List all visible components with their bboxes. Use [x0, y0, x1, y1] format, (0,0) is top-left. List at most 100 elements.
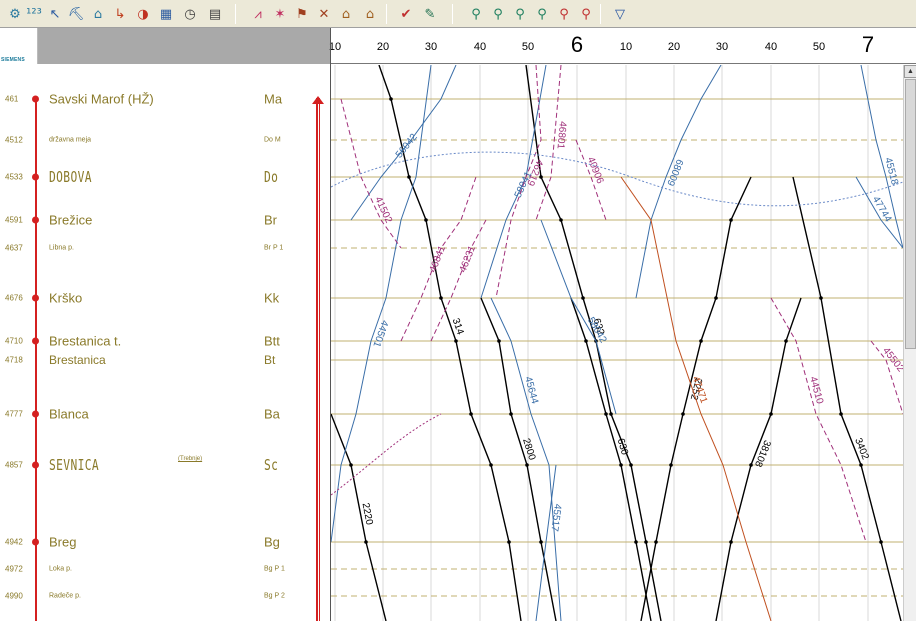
stop-dot	[619, 463, 623, 467]
stop-dot	[489, 463, 493, 467]
train-number-label: 46801	[555, 121, 568, 150]
toolbar-separator	[386, 4, 387, 24]
tool-5-icon[interactable]: ⌂	[88, 4, 108, 24]
station-name[interactable]: DOBOVA	[49, 168, 92, 186]
minute-tick-label: 40	[473, 41, 487, 53]
station-km: 4591	[5, 215, 23, 225]
toolbar-separator	[235, 4, 236, 24]
minute-tick-label: 30	[424, 41, 438, 53]
tool-3-icon[interactable]: ↖	[45, 4, 65, 24]
stop-dot	[859, 463, 863, 467]
station-name[interactable]: Krško	[49, 291, 82, 306]
time-axis-header: 10 20 30 40 50 6 10 20 30 40 50 7	[329, 28, 916, 64]
station-name[interactable]: Breg	[49, 535, 76, 550]
tool-13-icon[interactable]: ⚑	[292, 4, 312, 24]
route-line	[35, 96, 37, 621]
stop-dot	[634, 540, 638, 544]
station-abbreviation: Sc	[264, 456, 279, 474]
station-km: 4857	[5, 460, 23, 470]
station-name[interactable]: Brestanica	[49, 353, 106, 367]
station-abbreviation: Btt	[264, 333, 280, 349]
train-number-label: 46231	[458, 244, 479, 274]
stop-dot	[749, 463, 753, 467]
tool-4-icon[interactable]: ⛏	[66, 4, 86, 24]
station-name[interactable]: Radeče p.	[49, 593, 81, 600]
station-km: 4512	[5, 135, 23, 145]
station-name[interactable]: Brestanica t.	[49, 334, 121, 349]
tool-21-icon[interactable]: ⚲	[510, 4, 530, 24]
toolbar: ⚙ ¹²³ ↖ ⛏ ⌂ ↳ ◑ ▦ ◷ ▤ ⩘ ✶ ⚑ ✕ ⌂ ⌂ ✔ ✎ ⚲ ⚲ ⚲ ⚲ ⚲ ⚲ ▽	[0, 0, 916, 28]
train-path-41502	[340, 98, 402, 249]
train-path-3402	[792, 176, 902, 621]
time-range-marker[interactable]	[316, 98, 320, 621]
station-name[interactable]: Brežice	[49, 213, 92, 228]
tool-25-icon[interactable]: ▽	[610, 4, 630, 24]
tool-19-icon[interactable]: ⚲	[466, 4, 486, 24]
tool-18-icon[interactable]: ✎	[420, 4, 440, 24]
tool-2-icon[interactable]: ¹²³	[24, 4, 44, 24]
station-name[interactable]: Blanca	[49, 407, 89, 422]
tool-9-icon[interactable]: ◷	[180, 4, 200, 24]
minute-tick-label: 30	[715, 41, 729, 53]
train-path-2220	[331, 413, 387, 621]
stop-dot	[839, 412, 843, 416]
station-km: 461	[5, 94, 19, 104]
tool-11-icon[interactable]: ⩘	[248, 4, 268, 24]
tool-1-icon[interactable]: ⚙	[5, 4, 25, 24]
stop-dot	[454, 339, 458, 343]
tool-12-icon[interactable]: ✶	[270, 4, 290, 24]
stop-dot	[559, 218, 563, 222]
stop-dot	[469, 412, 473, 416]
stop-dot	[769, 412, 773, 416]
hour-label: 7	[861, 32, 875, 57]
stop-dot	[509, 412, 513, 416]
tool-10-icon[interactable]: ▤	[205, 4, 225, 24]
timetable-diagram[interactable]: 3142800632630225238108 340222204450156042…	[331, 65, 903, 621]
tool-23-icon[interactable]: ⚲	[554, 4, 574, 24]
minute-tick-label: 20	[667, 41, 681, 53]
stop-dot	[439, 296, 443, 300]
stop-dot	[407, 175, 411, 179]
stop-dot	[389, 97, 393, 101]
stop-dot	[729, 540, 733, 544]
stop-dot	[714, 296, 718, 300]
tool-6-icon[interactable]: ↳	[110, 4, 130, 24]
tool-14-icon[interactable]: ✕	[314, 4, 334, 24]
train-path-2800	[480, 297, 557, 621]
station-abbreviation: Bg P 1	[264, 565, 285, 573]
station-km: 4637	[5, 243, 23, 253]
station-name[interactable]: Libna p.	[49, 245, 74, 252]
station-abbreviation: Ba	[264, 406, 280, 422]
tool-22-icon[interactable]: ⚲	[532, 4, 552, 24]
train-number-label: 41502	[372, 195, 394, 225]
vertical-scrollbar[interactable]: ▲	[903, 65, 916, 621]
stop-dot	[819, 296, 823, 300]
tool-7-icon[interactable]: ◑	[133, 4, 153, 24]
tool-8-icon[interactable]: ▦	[156, 4, 176, 24]
station-abbreviation: Ma	[264, 91, 283, 107]
logo-area: SIEMENS	[0, 28, 38, 64]
scroll-up-arrow-icon[interactable]: ▲	[904, 65, 916, 78]
station-km: 4710	[5, 336, 23, 346]
station-name[interactable]: Loka p.	[49, 566, 72, 573]
tool-24-icon[interactable]: ⚲	[576, 4, 596, 24]
tool-16-icon[interactable]: ⌂	[360, 4, 380, 24]
train-path-47471	[620, 176, 772, 621]
minute-tick-label: 10	[619, 41, 633, 53]
train-number-label: 630	[615, 437, 630, 457]
tool-20-icon[interactable]: ⚲	[488, 4, 508, 24]
stop-dot	[654, 540, 658, 544]
tool-17-icon[interactable]: ✔	[396, 4, 416, 24]
minute-tick-label: 50	[812, 41, 826, 53]
station-name[interactable]: Savski Marof (HŽ)	[49, 92, 154, 107]
station-name[interactable]: SEVNICA	[49, 456, 99, 474]
station-name[interactable]: državna meja	[49, 137, 91, 144]
stop-dot	[581, 296, 585, 300]
scroll-thumb[interactable]	[905, 79, 916, 349]
stop-dot	[507, 540, 511, 544]
stop-dot	[497, 339, 501, 343]
station-header-bar	[38, 28, 330, 64]
train-number-label: 314	[450, 317, 466, 337]
tool-15-icon[interactable]: ⌂	[336, 4, 356, 24]
stop-dot	[644, 540, 648, 544]
